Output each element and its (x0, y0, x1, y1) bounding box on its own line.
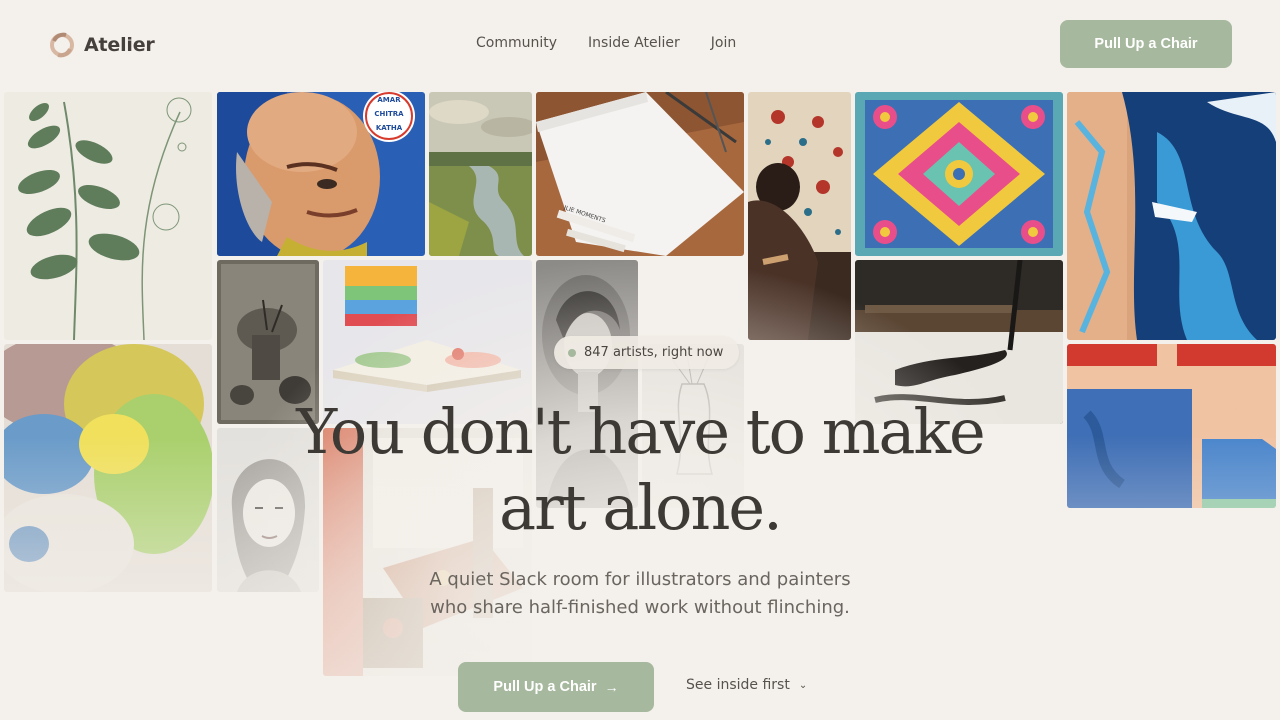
arrow-right-icon: → (604, 679, 619, 695)
see-inside-first-link[interactable]: See inside first ⌄ (686, 677, 807, 693)
artwork-geometric-color (1067, 344, 1276, 508)
main-nav: Community Inside Atelier Join (476, 35, 736, 51)
nav-item-community[interactable]: Community (476, 35, 557, 51)
nav-item-join[interactable]: Join (711, 35, 736, 51)
hero-subtitle-line-2: who share half-finished work without fli… (430, 597, 850, 618)
artwork-river-landscape (429, 92, 532, 256)
hero-title-line-2: art alone. (499, 471, 783, 544)
online-status-dot (568, 348, 576, 357)
hero-title-line-1: You don't have to make (296, 395, 985, 468)
online-artists-badge: 847 artists, right now (554, 336, 740, 369)
see-inside-first-label: See inside first (686, 677, 790, 693)
artwork-botanical-sketch (4, 92, 212, 340)
logo[interactable]: Atelier (48, 31, 155, 59)
online-artists-count: 847 artists, right now (584, 345, 724, 360)
hero-title: You don't have to make art alone. (240, 394, 1040, 546)
artwork-blue-abstract (1067, 92, 1276, 340)
comic-seal-line-3: KATHA (376, 124, 403, 132)
hero-subtitle-line-1: A quiet Slack room for illustrators and … (429, 569, 851, 590)
logo-text: Atelier (84, 34, 155, 56)
site-header: Atelier Community Inside Atelier Join Pu… (0, 0, 1280, 88)
artwork-watercolor-wash (4, 344, 212, 592)
comic-seal-line-1: AMAR (377, 96, 401, 104)
chevron-down-icon: ⌄ (798, 679, 808, 691)
atelier-logo-icon (50, 32, 74, 58)
header-pull-up-a-chair-button[interactable]: Pull Up a Chair (1060, 20, 1232, 68)
artwork-comic-portrait: AMAR CHITRA KATHA (217, 92, 425, 256)
artwork-sketchbook-desk: JLIE MOMENTS (536, 92, 744, 256)
hero-subtitle: A quiet Slack room for illustrators and … (340, 566, 940, 622)
artwork-wall-painter (748, 92, 851, 340)
hero-cta-label: Pull Up a Chair (493, 679, 597, 695)
nav-item-inside-atelier[interactable]: Inside Atelier (588, 35, 680, 51)
hero-pull-up-a-chair-button[interactable]: Pull Up a Chair → (458, 662, 654, 712)
artwork-mandala (855, 92, 1063, 256)
comic-seal-line-2: CHITRA (374, 110, 404, 118)
